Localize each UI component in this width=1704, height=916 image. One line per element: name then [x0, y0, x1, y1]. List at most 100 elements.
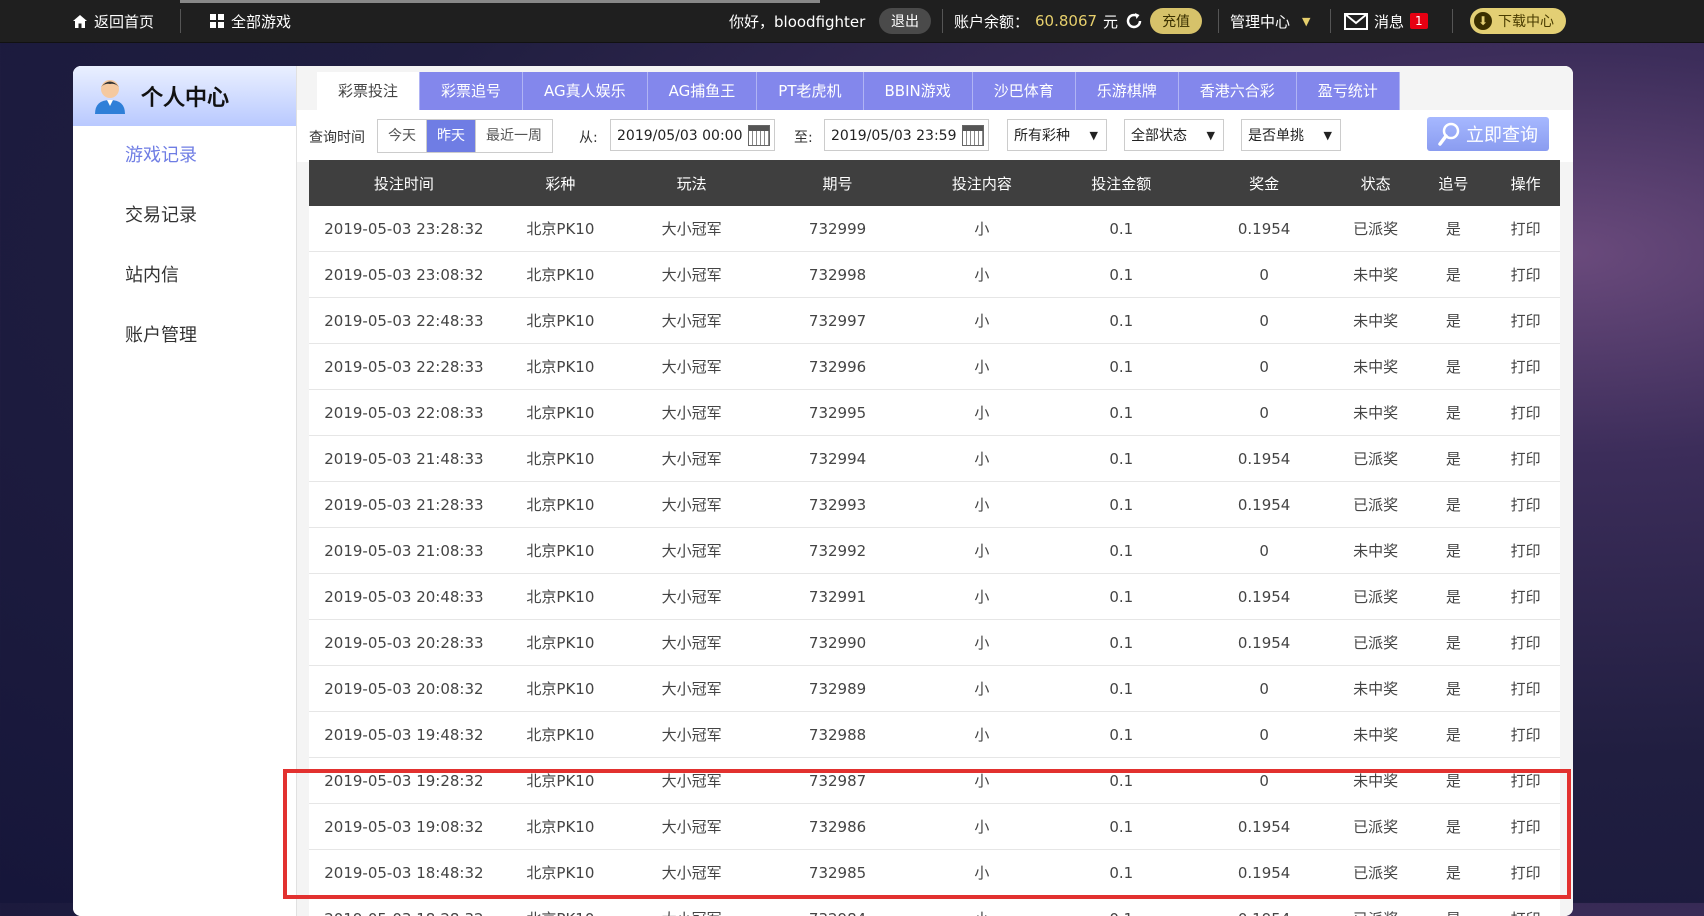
tab[interactable]: 乐游棋牌: [1076, 72, 1179, 110]
bet-records-table: 投注时间彩种玩法期号投注内容投注金额奖金状态追号操作 2019-05-03 23…: [309, 160, 1560, 916]
date-range-option[interactable]: 昨天: [427, 120, 476, 152]
status-cell: 未中奖: [1336, 252, 1416, 298]
messages-link[interactable]: 消息 1: [1344, 0, 1428, 42]
date-range-segment: 今天昨天最近一周: [377, 119, 553, 153]
manage-menu[interactable]: 管理中心 ▼: [1230, 0, 1310, 42]
messages-count-badge: 1: [1410, 13, 1428, 29]
divider: [1330, 9, 1331, 33]
sidebar-item[interactable]: 账户管理: [73, 306, 296, 366]
play-type-cell: 大小冠军: [622, 482, 761, 528]
bet-time-cell: 2019-05-03 18:48:32: [309, 850, 499, 896]
status-select[interactable]: 全部状态 ▼: [1124, 119, 1224, 151]
sidebar-item[interactable]: 游戏记录: [73, 126, 296, 186]
calendar-icon[interactable]: [962, 125, 984, 146]
download-button[interactable]: ⬇ 下载中心: [1470, 8, 1566, 34]
sidebar-item[interactable]: 交易记录: [73, 186, 296, 246]
issue-number-cell: 732990: [761, 620, 913, 666]
status-value: 全部状态: [1131, 128, 1187, 144]
table-row: 2019-05-03 22:28:33北京PK10大小冠军732996小0.10…: [309, 344, 1560, 390]
to-date-input[interactable]: 2019/05/03 23:59: [824, 119, 989, 151]
action-cell[interactable]: 打印: [1491, 758, 1560, 804]
action-cell[interactable]: 打印: [1491, 574, 1560, 620]
chase-cell: 是: [1416, 620, 1492, 666]
query-button-label: 立即查询: [1466, 121, 1538, 147]
home-link[interactable]: 返回首页: [72, 0, 154, 42]
issue-number-cell: 732987: [761, 758, 913, 804]
query-button[interactable]: 立即查询: [1427, 117, 1549, 151]
single-select[interactable]: 是否单挑 ▼: [1241, 119, 1341, 151]
mail-icon: [1344, 13, 1368, 30]
bet-time-cell: 2019-05-03 21:28:33: [309, 482, 499, 528]
lottery-cell: 北京PK10: [499, 850, 622, 896]
tab[interactable]: PT老虎机: [757, 72, 863, 110]
greeting-text: 你好，bloodfighter: [729, 11, 865, 32]
sidebar: 个人中心 游戏记录交易记录站内信账户管理: [73, 66, 297, 916]
action-cell[interactable]: 打印: [1491, 390, 1560, 436]
bet-time-cell: 2019-05-03 20:28:33: [309, 620, 499, 666]
action-cell[interactable]: 打印: [1491, 252, 1560, 298]
action-cell[interactable]: 打印: [1491, 666, 1560, 712]
action-cell[interactable]: 打印: [1491, 436, 1560, 482]
sidebar-item[interactable]: 站内信: [73, 246, 296, 306]
lottery-type-select[interactable]: 所有彩种 ▼: [1007, 119, 1107, 151]
issue-number-cell: 732993: [761, 482, 913, 528]
chevron-down-icon: ▼: [1302, 15, 1310, 28]
lottery-cell: 北京PK10: [499, 436, 622, 482]
bet-time-cell: 2019-05-03 21:08:33: [309, 528, 499, 574]
bet-time-cell: 2019-05-03 20:48:33: [309, 574, 499, 620]
issue-number-cell: 732994: [761, 436, 913, 482]
user-icon: [93, 78, 127, 114]
lottery-cell: 北京PK10: [499, 390, 622, 436]
tab[interactable]: AG真人娱乐: [523, 72, 648, 110]
table-row: 2019-05-03 21:08:33北京PK10大小冠军732992小0.10…: [309, 528, 1560, 574]
action-cell[interactable]: 打印: [1491, 896, 1560, 916]
tab[interactable]: 彩票投注: [317, 72, 420, 110]
prize-cell: 0.1954: [1192, 574, 1335, 620]
action-cell[interactable]: 打印: [1491, 850, 1560, 896]
table-row: 2019-05-03 19:48:32北京PK10大小冠军732988小0.10…: [309, 712, 1560, 758]
bet-content-cell: 小: [914, 574, 1050, 620]
date-range-option[interactable]: 今天: [378, 120, 427, 152]
tab[interactable]: 盈亏统计: [1297, 72, 1400, 110]
refresh-icon[interactable]: [1124, 11, 1144, 31]
from-date-input[interactable]: 2019/05/03 00:00: [610, 119, 775, 151]
download-label: 下载中心: [1498, 11, 1554, 31]
play-type-cell: 大小冠军: [622, 390, 761, 436]
all-games-link[interactable]: 全部游戏: [210, 0, 291, 42]
issue-number-cell: 732998: [761, 252, 913, 298]
issue-number-cell: 732985: [761, 850, 913, 896]
action-cell[interactable]: 打印: [1491, 620, 1560, 666]
tab[interactable]: 彩票追号: [420, 72, 523, 110]
top-bar: 返回首页 全部游戏 你好，bloodfighter 退出 账户余额： 60.80…: [0, 0, 1704, 43]
action-cell[interactable]: 打印: [1491, 206, 1560, 252]
chase-cell: 是: [1416, 206, 1492, 252]
status-cell: 已派奖: [1336, 574, 1416, 620]
lottery-cell: 北京PK10: [499, 298, 622, 344]
action-cell[interactable]: 打印: [1491, 804, 1560, 850]
tab[interactable]: 香港六合彩: [1179, 72, 1297, 110]
lottery-cell: 北京PK10: [499, 896, 622, 916]
main-panel: 个人中心 游戏记录交易记录站内信账户管理 彩票投注彩票追号AG真人娱乐AG捕鱼王…: [73, 66, 1573, 916]
tab[interactable]: BBIN游戏: [864, 72, 973, 110]
recharge-button[interactable]: 充值: [1150, 8, 1202, 34]
date-range-option[interactable]: 最近一周: [476, 120, 552, 152]
action-cell[interactable]: 打印: [1491, 528, 1560, 574]
sidebar-nav: 游戏记录交易记录站内信账户管理: [73, 126, 296, 366]
to-label: 至:: [794, 127, 813, 147]
action-cell[interactable]: 打印: [1491, 298, 1560, 344]
status-cell: 未中奖: [1336, 666, 1416, 712]
logout-button[interactable]: 退出: [879, 8, 931, 34]
from-label: 从:: [579, 127, 598, 147]
dropdown-arrow-icon: ▼: [1324, 120, 1332, 152]
chase-cell: 是: [1416, 758, 1492, 804]
calendar-icon[interactable]: [748, 125, 770, 146]
download-center[interactable]: ⬇ 下载中心: [1470, 0, 1566, 42]
action-cell[interactable]: 打印: [1491, 482, 1560, 528]
bet-content-cell: 小: [914, 712, 1050, 758]
tab[interactable]: 沙巴体育: [973, 72, 1076, 110]
tab[interactable]: AG捕鱼王: [648, 72, 758, 110]
table-row: 2019-05-03 22:08:33北京PK10大小冠军732995小0.10…: [309, 390, 1560, 436]
action-cell[interactable]: 打印: [1491, 712, 1560, 758]
action-cell[interactable]: 打印: [1491, 344, 1560, 390]
table-row: 2019-05-03 21:28:33北京PK10大小冠军732993小0.10…: [309, 482, 1560, 528]
